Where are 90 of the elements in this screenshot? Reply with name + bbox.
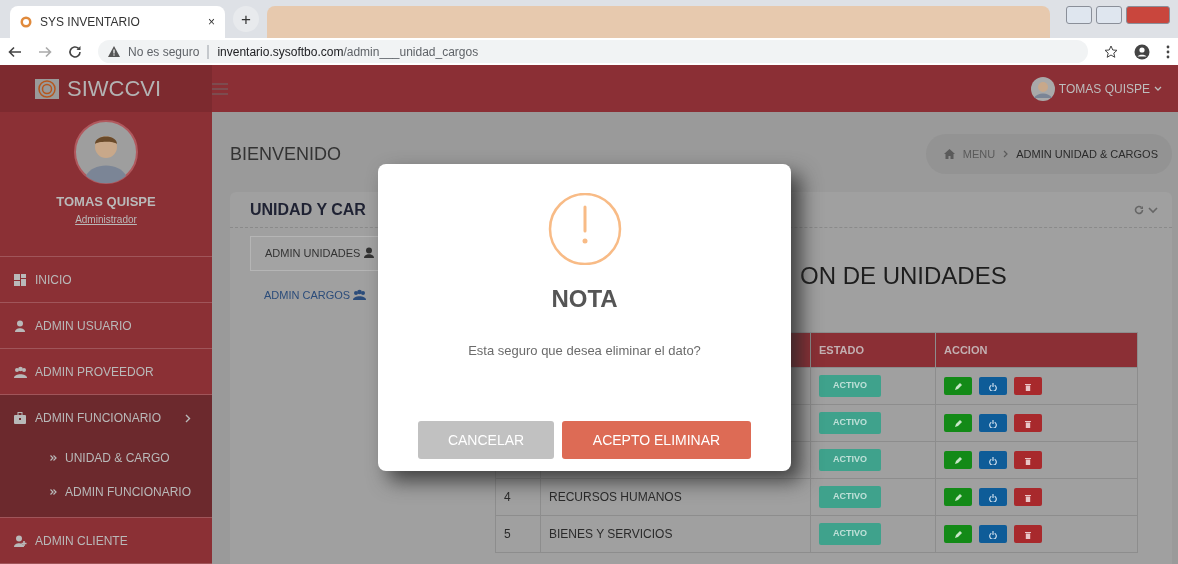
edit-button[interactable] (944, 377, 972, 395)
card-title: UNIDAD Y CAR (250, 199, 366, 220)
power-icon (989, 419, 997, 428)
power-icon (989, 456, 997, 465)
url-text: inventario.sysoftbo.com/admin___unidad_cargos (217, 43, 479, 61)
logo-icon (35, 78, 59, 99)
delete-button[interactable] (1014, 414, 1042, 432)
delete-button[interactable] (1014, 525, 1042, 543)
status-badge[interactable]: ACTIVO (819, 412, 881, 434)
pencil-icon (954, 493, 962, 502)
new-tab-button[interactable]: + (233, 6, 259, 32)
tab-title: SYS INVENTARIO (40, 14, 141, 31)
sidebar-item[interactable]: ADMIN FUNCIONARIO (0, 395, 212, 441)
power-button[interactable] (979, 414, 1007, 432)
edit-button[interactable] (944, 488, 972, 506)
status-badge[interactable]: ACTIVO (819, 486, 881, 508)
power-button[interactable] (979, 525, 1007, 543)
status-badge[interactable]: ACTIVO (819, 375, 881, 397)
status-badge[interactable]: ACTIVO (819, 449, 881, 471)
edit-button[interactable] (944, 525, 972, 543)
trash-icon (1024, 419, 1032, 428)
separator-line (207, 44, 210, 59)
dialog-title: NOTA (551, 284, 618, 314)
dialog-message: Esta seguro que desea eliminar el dato? (468, 342, 701, 360)
account-icon[interactable] (1134, 43, 1150, 60)
chevron-down-icon (1154, 85, 1162, 92)
home-icon (943, 149, 955, 159)
power-button[interactable] (979, 488, 1007, 506)
star-icon[interactable] (1104, 44, 1118, 59)
pencil-icon (954, 382, 962, 391)
menu-icon[interactable] (1166, 44, 1170, 59)
power-icon (989, 382, 997, 391)
minimize-button[interactable] (1066, 6, 1092, 24)
power-icon (989, 493, 997, 502)
confirm-button[interactable]: ACEPTO ELIMINAR (562, 421, 751, 459)
submenu-item[interactable]: ADMIN FUNCIONARIO (0, 475, 212, 509)
section-heading: ON DE UNIDADES (800, 261, 1008, 291)
pencil-icon (954, 456, 962, 465)
delete-button[interactable] (1014, 451, 1042, 469)
trash-icon (1024, 493, 1032, 502)
security-label: No es seguro (128, 43, 200, 61)
reload-icon[interactable] (68, 44, 82, 59)
warning-icon (108, 46, 120, 57)
site-logo-icon (20, 16, 32, 28)
power-button[interactable] (979, 451, 1007, 469)
table-cell: 5 (495, 515, 541, 553)
delete-button[interactable] (1014, 377, 1042, 395)
edit-button[interactable] (944, 414, 972, 432)
table-cell: RECURSOS HUMANOS (540, 478, 811, 516)
edit-button[interactable] (944, 451, 972, 469)
add-user-icon (14, 534, 27, 547)
nav-tab[interactable]: ADMIN CARGOS (250, 278, 495, 311)
power-icon (989, 530, 997, 539)
submenu-item[interactable]: UNIDAD & CARGO (0, 441, 212, 475)
profile-name: TOMAS QUISPE (56, 193, 156, 211)
chevron-down-icon[interactable] (1148, 204, 1158, 215)
user-menu[interactable]: TOMAS QUISPE (1030, 76, 1162, 101)
browser-tab[interactable]: SYS INVENTARIO × (10, 6, 225, 38)
chevron-right-icon (1003, 150, 1009, 158)
avatar-icon (74, 120, 138, 184)
maximize-button[interactable] (1096, 6, 1122, 24)
delete-button[interactable] (1014, 488, 1042, 506)
back-icon[interactable] (8, 44, 22, 59)
column-header: ACCION (935, 332, 1138, 368)
power-button[interactable] (979, 377, 1007, 395)
trash-icon (1024, 530, 1032, 539)
briefcase-icon (14, 412, 27, 424)
profile-role-link[interactable]: Administrador (75, 211, 137, 227)
users-icon (14, 365, 27, 378)
breadcrumb-link[interactable]: MENU (962, 145, 996, 163)
avatar-icon (1030, 76, 1055, 101)
tab-close-button[interactable]: × (208, 13, 215, 31)
double-chevron-icon (50, 455, 57, 461)
user-icon (363, 247, 377, 258)
table-cell: BIENES Y SERVICIOS (540, 515, 811, 553)
trash-icon (1024, 382, 1032, 391)
user-icon (14, 319, 27, 332)
pencil-icon (954, 419, 962, 428)
table-cell: 4 (495, 478, 541, 516)
pencil-icon (954, 530, 962, 539)
double-chevron-icon (50, 489, 57, 495)
dashboard-icon (14, 273, 27, 286)
trash-icon (1024, 456, 1032, 465)
users-icon (353, 288, 367, 300)
address-bar[interactable]: No es seguro inventario.sysoftbo.com/admin___unidad_cargos (98, 40, 1088, 63)
status-badge[interactable]: ACTIVO (819, 523, 881, 545)
forward-icon[interactable] (38, 44, 52, 59)
page-title: BIENVENIDO (230, 142, 342, 166)
column-header: ESTADO (810, 332, 936, 368)
refresh-icon[interactable] (1134, 204, 1144, 215)
